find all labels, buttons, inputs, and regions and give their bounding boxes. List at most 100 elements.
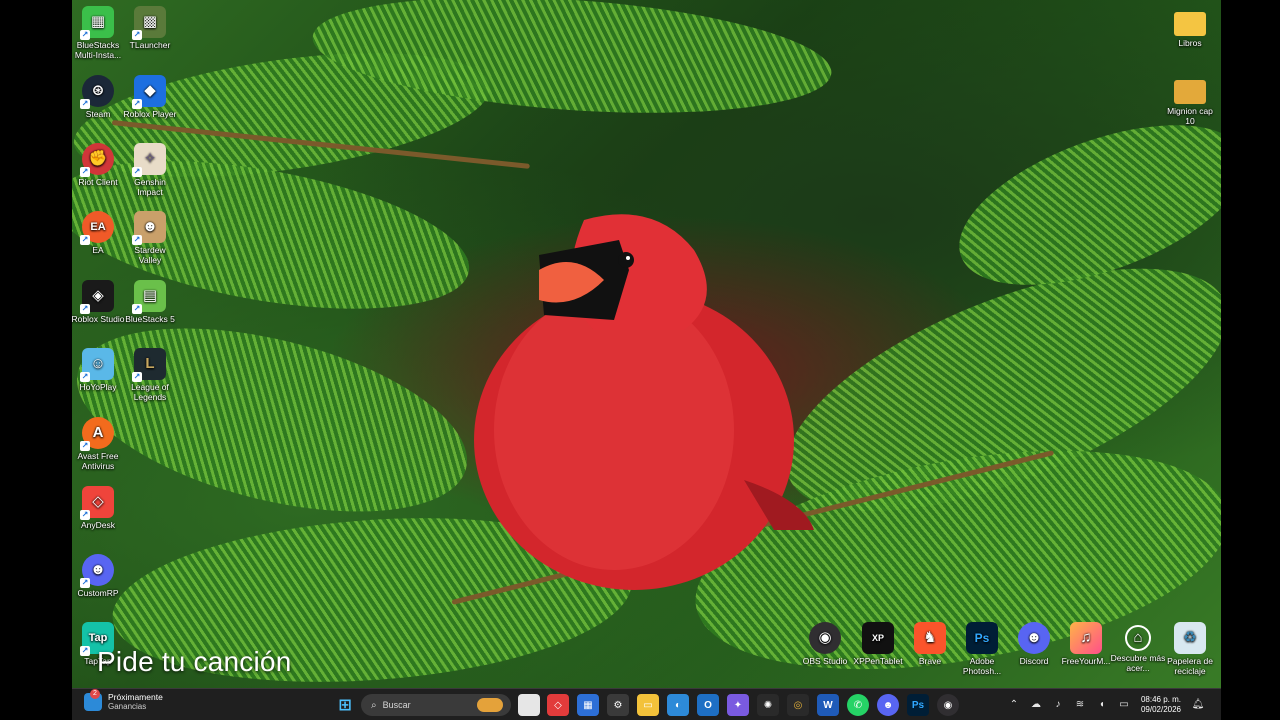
wifi-icon[interactable]: ≋ [1073, 698, 1087, 712]
battery-icon[interactable]: ▭ [1117, 698, 1131, 712]
microphone-icon[interactable]: ♪ [1051, 698, 1065, 712]
notification-badge: 2 [90, 689, 100, 699]
desktop-icon-label: Roblox Studio [72, 314, 125, 324]
desktop-icon-xppen[interactable]: XP XPPenTablet [850, 622, 906, 666]
discord-taskbar-icon[interactable]: ☻ [877, 694, 899, 716]
desktop-icon-obs[interactable]: ◉ OBS Studio [797, 622, 853, 666]
desktop-icon-photoshop[interactable]: Ps Adobe Photosh... [954, 622, 1010, 676]
brave-icon: ♞ [914, 622, 946, 654]
desktop-icon-stardew-valley[interactable]: ☻ ↗ Stardew Valley [122, 211, 178, 265]
desktop-icon-label: XPPenTablet [853, 656, 903, 666]
desktop-icon-bluestacks-multi[interactable]: ▦ ↗ BlueStacks Multi-Insta... [72, 6, 126, 60]
desktop-icon-label: AnyDesk [80, 520, 115, 530]
desktop-icon-label: Avast Free Antivirus [77, 451, 119, 471]
recycle-bin-icon: ♻ [1174, 622, 1206, 654]
cloud-icon[interactable]: ☁ [1029, 698, 1043, 712]
desktop-icon-anydesk[interactable]: ◇ ↗ AnyDesk [72, 486, 126, 530]
desktop-icon-customrp[interactable]: ☻ ↗ CustomRP [72, 554, 126, 598]
widgets-button[interactable]: 2 Próximamente Ganancias [84, 689, 163, 712]
bluestacks5-icon: ▤ ↗ [132, 280, 166, 314]
taskbar: 2 Próximamente Ganancias ⊞ ⌕ Buscar ◇ ▦ … [72, 688, 1221, 720]
desktop-icon-libros[interactable]: Libros [1162, 8, 1218, 48]
chatgpt-icon[interactable]: ✺ [757, 694, 779, 716]
folder-image-icon [1174, 80, 1206, 104]
desktop-icon-freeyourmusic[interactable]: ♫ FreeYourM... [1058, 622, 1114, 666]
clock-date: 09/02/2026 [1140, 705, 1181, 714]
discord-icon: ☻ [1018, 622, 1050, 654]
desktop-icon-ea[interactable]: EA ↗ EA [72, 211, 126, 255]
settings-icon[interactable]: ⚙ [607, 694, 629, 716]
song-request-overlay: Pide tu canción [97, 646, 292, 677]
desktop-icon-label: CustomRP [77, 588, 119, 598]
desktop-wallpaper: ▦ ↗ BlueStacks Multi-Insta... ▩ ↗ TLaunche… [72, 0, 1221, 720]
desktop-icon-label: Roblox Player [123, 109, 177, 119]
stardew-valley-icon: ☻ ↗ [132, 211, 166, 245]
desktop-icon-label: EA [92, 245, 104, 255]
anydesk-taskbar-icon[interactable]: ◇ [547, 694, 569, 716]
roblox-player-icon: ◆ ↗ [132, 75, 166, 109]
widget-subtitle: Ganancias [108, 702, 147, 711]
photoshop-icon: Ps [966, 622, 998, 654]
desktop-icon-hoyoplay[interactable]: ☺ ↗ HoYoPlay [72, 348, 126, 392]
desktop-icon-discord[interactable]: ☻ Discord [1006, 622, 1062, 666]
obs-studio-icon: ◉ [809, 622, 841, 654]
desktop-icon-recycle-bin[interactable]: ♻ Papelera de reciclaje [1162, 622, 1218, 676]
desktop-icon-bluestacks5[interactable]: ▤ ↗ BlueStacks 5 [122, 280, 178, 324]
desktop-icon-mignion[interactable]: Mignion cap 10 [1162, 76, 1218, 126]
desktop-icon-label: FreeYourM... [1061, 656, 1111, 666]
desktop-icon-roblox-studio[interactable]: ◈ ↗ Roblox Studio [72, 280, 126, 324]
chevron-up-icon[interactable]: ⌃ [1007, 698, 1021, 712]
desktop-icon-label: Adobe Photosh... [962, 656, 1002, 676]
notification-bell-icon[interactable]: 🔔︎ [1191, 698, 1205, 712]
search-icon: ⌕ [371, 699, 377, 711]
desktop-icon-label: Discord [1019, 656, 1049, 666]
desktop-icon-brave[interactable]: ♞ Brave [902, 622, 958, 666]
customrp-icon: ☻ ↗ [80, 554, 114, 588]
volume-icon[interactable]: ◖ [1095, 698, 1109, 712]
chrome-icon[interactable]: ◎ [787, 694, 809, 716]
whatsapp-icon[interactable]: ✆ [847, 694, 869, 716]
desktop-icon-avast[interactable]: A ↗ Avast Free Antivirus [72, 417, 126, 471]
genshin-impact-icon: ✧ ↗ [132, 143, 166, 177]
copilot-app-icon[interactable]: ✦ [727, 694, 749, 716]
desktop-icon-label: OBS Studio [802, 656, 848, 666]
file-explorer-icon[interactable]: ▭ [637, 694, 659, 716]
bluestacks-multi-icon: ▦ ↗ [80, 6, 114, 40]
desktop-icon-label: HoYoPlay [79, 382, 117, 392]
system-tray: ⌃ ☁ ♪ ≋ ◖ ▭ 08:46 p. m. 09/02/2026 🔔︎ [1003, 689, 1209, 720]
desktop-icon-genshin-impact[interactable]: ✧ ↗ Genshin Impact [122, 143, 178, 197]
outlook-icon[interactable]: O [697, 694, 719, 716]
riot-client-icon: ✊ ↗ [80, 143, 114, 177]
cardinal-bird [474, 214, 814, 590]
obs-taskbar-icon[interactable]: ◉ [937, 694, 959, 716]
xppen-icon: XP [862, 622, 894, 654]
avast-icon: A ↗ [80, 417, 114, 451]
pine-branch [72, 293, 486, 547]
taskbar-search[interactable]: ⌕ Buscar [361, 694, 511, 716]
desktop-icon-label: TLauncher [129, 40, 171, 50]
desktop-icon-label: Steam [85, 109, 111, 119]
desktop-icon-riot-client[interactable]: ✊ ↗ Riot Client [72, 143, 126, 187]
word-icon[interactable]: W [817, 694, 839, 716]
desktop-icon-roblox-player[interactable]: ◆ ↗ Roblox Player [122, 75, 178, 119]
start-button[interactable]: ⊞ [334, 694, 356, 716]
desktop-icon-label: Mignion cap 10 [1167, 106, 1213, 126]
desktop-icon-league-of-legends[interactable]: L ↗ League of Legends [122, 348, 178, 402]
desktop-icon-steam[interactable]: ⊛ ↗ Steam [72, 75, 126, 119]
search-highlight-icon [477, 698, 503, 712]
desktop-icon-label: Riot Client [78, 177, 118, 187]
clock[interactable]: 08:46 p. m. 09/02/2026 [1141, 695, 1181, 715]
desktop-icon-label: Descubre más acer... [1110, 653, 1166, 673]
desktop-icon-acer[interactable]: ⌂ Descubre más acer... [1110, 622, 1166, 673]
task-view-icon[interactable] [518, 694, 540, 716]
hoyoplay-icon: ☺ ↗ [80, 348, 114, 382]
copilot-icon[interactable]: ◐ [667, 694, 689, 716]
acer-discover-icon: ⌂ [1125, 625, 1151, 651]
widgets-icon: 2 [84, 689, 102, 711]
desktop-icon-tlauncher[interactable]: ▩ ↗ TLauncher [122, 6, 178, 50]
desktop-icon-label: BlueStacks Multi-Insta... [74, 40, 122, 60]
photoshop-taskbar-icon[interactable]: Ps [907, 694, 929, 716]
store-icon[interactable]: ▦ [577, 694, 599, 716]
clock-time: 08:46 p. m. [1140, 695, 1181, 704]
tlauncher-icon: ▩ ↗ [132, 6, 166, 40]
